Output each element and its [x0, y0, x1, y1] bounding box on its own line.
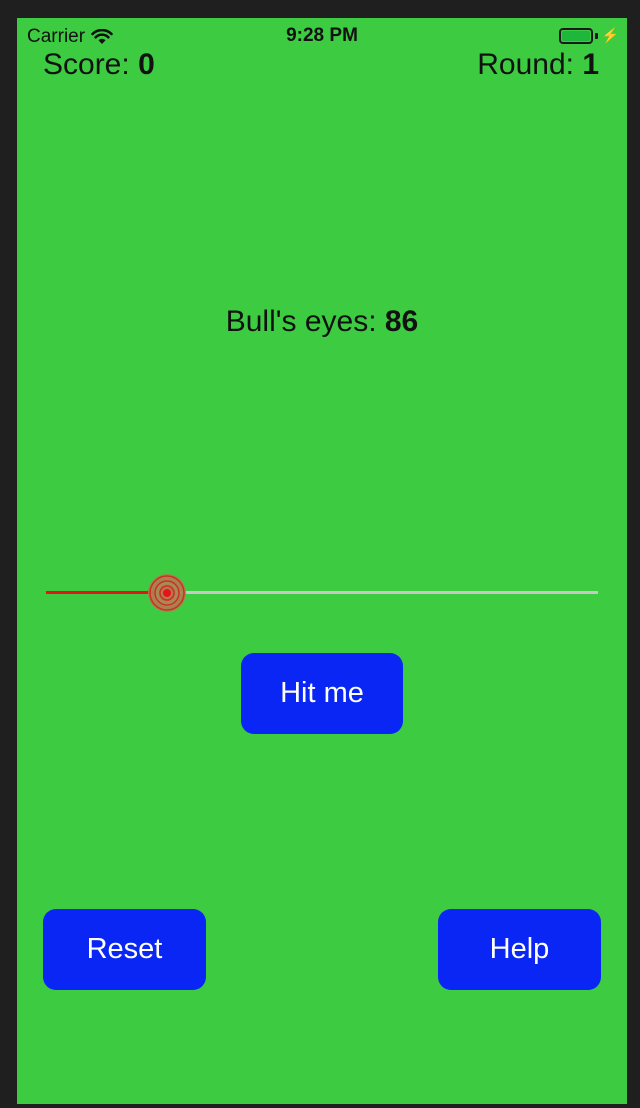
round-display: Round: 1 [477, 48, 599, 82]
battery-nub [594, 32, 598, 39]
battery-level [561, 30, 590, 41]
round-label: Round: [477, 48, 574, 81]
hit-me-button[interactable]: Hit me [241, 653, 403, 734]
battery-icon [558, 27, 593, 44]
round-value: 1 [582, 48, 599, 81]
bullseye-icon[interactable] [147, 573, 187, 613]
target-display: Bull's eyes: 86 [17, 305, 627, 339]
score-label: Score: [43, 48, 130, 81]
target-label: Bull's eyes: [225, 305, 377, 338]
app-screen: Carrier 9:28 PM ⚡ Score: 0 Round: 1 Bull… [17, 18, 627, 1104]
guess-slider[interactable] [46, 573, 598, 613]
reset-button[interactable]: Reset [43, 909, 206, 990]
help-button[interactable]: Help [438, 909, 601, 990]
battery-indicator: ⚡ [558, 27, 619, 44]
score-display: Score: 0 [43, 48, 155, 82]
charging-bolt-icon: ⚡ [601, 27, 619, 43]
device-frame: Carrier 9:28 PM ⚡ Score: 0 Round: 1 Bull… [0, 0, 640, 1108]
slider-max-track [167, 591, 598, 594]
target-value: 86 [384, 305, 419, 338]
status-time: 9:28 PM [286, 25, 358, 46]
score-value: 0 [138, 48, 155, 81]
